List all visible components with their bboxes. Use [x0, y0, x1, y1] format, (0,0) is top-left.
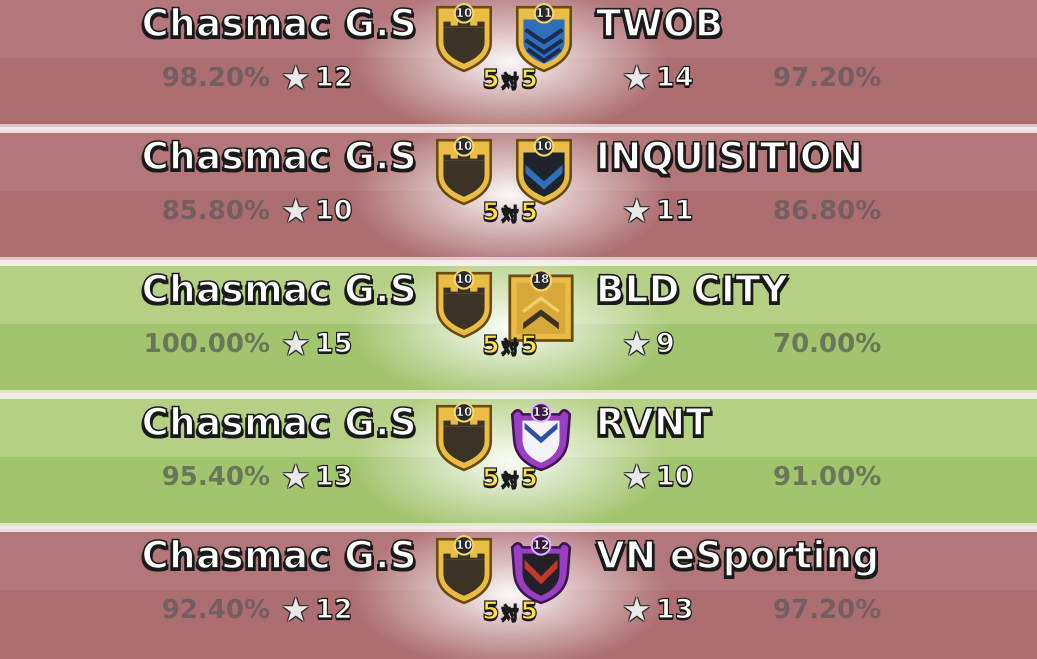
war-size: 5 対5 [468, 63, 552, 98]
clan-level: 10 [455, 139, 473, 153]
war-size-right: 5 [520, 329, 539, 359]
opponent-stars: 9 [655, 327, 675, 359]
versus-separator: 対 [501, 337, 519, 358]
opponent-stars: 10 [655, 460, 694, 492]
clan-stars: 12 [314, 61, 353, 93]
war-size: 5 対5 [468, 595, 552, 630]
star-icon: ★ [622, 590, 652, 629]
war-size-left: 5 [481, 462, 500, 492]
star-icon: ★ [622, 324, 652, 363]
clan-stars: 10 [314, 194, 353, 226]
star-icon: ★ [281, 457, 311, 496]
clan-name: Chasmac G.S [141, 134, 418, 179]
opponent-stars: 14 [655, 61, 694, 93]
opponent-stars: 13 [655, 593, 694, 625]
star-icon: ★ [281, 191, 311, 230]
war-size-left: 5 [481, 196, 500, 226]
war-size-left: 5 [481, 63, 500, 93]
clan-level: 10 [455, 6, 473, 20]
clan-level: 10 [455, 272, 473, 286]
war-size: 5 対5 [468, 462, 552, 497]
opponent-destruction: 97.20% [773, 595, 882, 625]
clan-stars: 12 [314, 593, 353, 625]
opponent-level: 10 [535, 139, 553, 153]
star-icon: ★ [281, 58, 311, 97]
star-icon: ★ [281, 324, 311, 363]
clan-stars: 15 [314, 327, 353, 359]
opponent-level: 12 [532, 538, 550, 552]
clan-name: Chasmac G.S [141, 267, 418, 312]
versus-separator: 対 [501, 470, 519, 491]
versus-separator: 対 [501, 71, 519, 92]
star-icon: ★ [281, 590, 311, 629]
versus-separator: 対 [501, 204, 519, 225]
opponent-level: 18 [532, 272, 550, 286]
war-log-entry[interactable]: Chasmac G.S 10 18 BLD CITY 100.00% ★ 15 … [0, 263, 1037, 393]
clan-level: 10 [455, 405, 473, 419]
war-size-left: 5 [481, 329, 500, 359]
clan-name: Chasmac G.S [141, 400, 418, 445]
clan-destruction: 95.40% [161, 462, 270, 492]
war-size-right: 5 [520, 595, 539, 625]
war-log-entry[interactable]: Chasmac G.S 10 13 RVNT 95.40% ★ 13 5 対5 ★… [0, 396, 1037, 526]
opponent-destruction: 97.20% [773, 63, 882, 93]
versus-separator: 対 [501, 603, 519, 624]
star-icon: ★ [622, 457, 652, 496]
star-icon: ★ [622, 191, 652, 230]
war-log-entry[interactable]: Chasmac G.S 10 11 TWOB 98.20% ★ 12 5 対5 ★… [0, 0, 1037, 127]
opponent-stars: 11 [655, 194, 694, 226]
war-size-right: 5 [520, 462, 539, 492]
opponent-destruction: 91.00% [773, 462, 882, 492]
opponent-name: TWOB [595, 1, 724, 46]
clan-level: 10 [455, 538, 473, 552]
clan-destruction: 98.20% [161, 63, 270, 93]
opponent-destruction: 86.80% [773, 196, 882, 226]
war-log-entry[interactable]: Chasmac G.S 10 12 VN eSporting 92.40% ★ … [0, 529, 1037, 659]
opponent-name: RVNT [595, 400, 712, 445]
opponent-level: 11 [535, 6, 553, 20]
war-size: 5 対5 [468, 329, 552, 364]
war-size-right: 5 [520, 63, 539, 93]
clan-destruction: 85.80% [161, 196, 270, 226]
opponent-name: BLD CITY [595, 267, 789, 312]
war-size-left: 5 [481, 595, 500, 625]
war-size-right: 5 [520, 196, 539, 226]
clan-name: Chasmac G.S [141, 1, 418, 46]
war-log-entry[interactable]: Chasmac G.S 10 10 INQUISITION 85.80% ★ 1… [0, 130, 1037, 260]
clan-destruction: 100.00% [143, 329, 270, 359]
opponent-destruction: 70.00% [773, 329, 882, 359]
clan-stars: 13 [314, 460, 353, 492]
opponent-name: VN eSporting [595, 533, 880, 578]
clan-name: Chasmac G.S [141, 533, 418, 578]
war-size: 5 対5 [468, 196, 552, 231]
opponent-level: 13 [532, 405, 550, 419]
star-icon: ★ [622, 58, 652, 97]
clan-destruction: 92.40% [161, 595, 270, 625]
opponent-name: INQUISITION [595, 134, 864, 179]
